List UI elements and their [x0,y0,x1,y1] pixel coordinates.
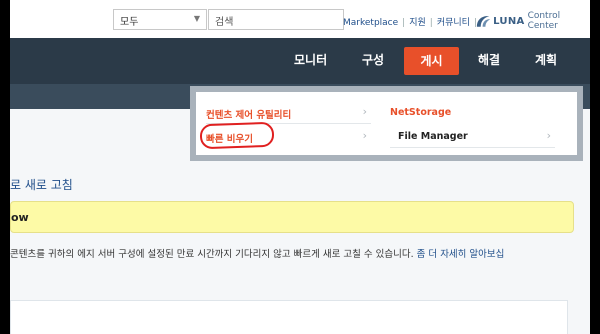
utility-links: Marketplace | 지원 | 커뮤니티 | [343,15,481,28]
chevron-right-icon: › [546,129,551,142]
scope-select-value: 모두 [120,17,139,28]
page-title: 로 새로 고침 [10,178,73,192]
search-scope-select[interactable]: 모두 ▼ [113,9,207,30]
link-community[interactable]: 커뮤니티 [437,18,470,28]
menu-item-label: 컨텐츠 제어 유틸리티 [206,110,292,121]
description-text: 콘텐츠를 귀하의 에지 서버 구성에 설정된 만료 시간까지 기다리지 않고 빠… [10,249,414,260]
nav-monitor[interactable]: 모니터 [294,51,327,68]
notice-banner: ow [10,201,574,233]
divider: | [402,18,406,28]
notice-text: ow [11,211,29,224]
dropdown-column-right: NetStorage File Manager › [388,92,558,155]
publish-dropdown-menu: 컨텐츠 제어 유틸리티 › 빠른 비우기 › NetStorage File M… [190,86,583,161]
logo-brand: LUNA [493,15,525,27]
menu-item-label: NetStorage [390,107,452,118]
luna-logo-icon [476,16,491,27]
menu-item-content-control-utility[interactable]: 컨텐츠 제어 유틸리티 › [206,102,371,124]
chevron-right-icon: › [362,129,367,142]
nav-resolve[interactable]: 해결 [478,51,500,68]
divider: | [429,18,433,28]
search-input[interactable]: 검색 [208,9,344,30]
dropdown-column-left: 컨텐츠 제어 유틸리티 › 빠른 비우기 › [196,92,376,155]
luna-logo[interactable]: LUNA Control Center [475,11,590,31]
menu-item-file-manager[interactable]: File Manager › [390,126,555,148]
menu-item-netstorage[interactable]: NetStorage [390,102,555,124]
browser-viewport: 모두 ▼ 검색 Marketplace | 지원 | 커뮤니티 | LUNA Contro… [10,0,590,334]
link-marketplace[interactable]: Marketplace [343,18,398,28]
search-placeholder: 검색 [215,17,234,28]
logo-product: Control Center [527,11,561,31]
main-nav: 모니터 구성 게시 해결 계획 [10,38,590,84]
chevron-down-icon: ▼ [193,14,200,23]
annotation-highlight-circle [199,121,275,150]
nav-plan[interactable]: 계획 [535,51,557,68]
chevron-right-icon: › [362,105,367,118]
link-support[interactable]: 지원 [409,18,426,28]
utility-bar: 모두 ▼ 검색 Marketplace | 지원 | 커뮤니티 | LUNA Contro… [10,0,590,38]
page-description: 콘텐츠를 귀하의 에지 서버 구성에 설정된 만료 시간까지 기다리지 않고 빠… [10,246,504,260]
form-panel [10,300,568,334]
nav-publish[interactable]: 게시 [404,47,459,75]
nav-configure[interactable]: 구성 [362,51,384,68]
menu-item-label: File Manager [398,131,468,142]
learn-more-link[interactable]: 좀 더 자세히 알아보십 [417,249,505,260]
